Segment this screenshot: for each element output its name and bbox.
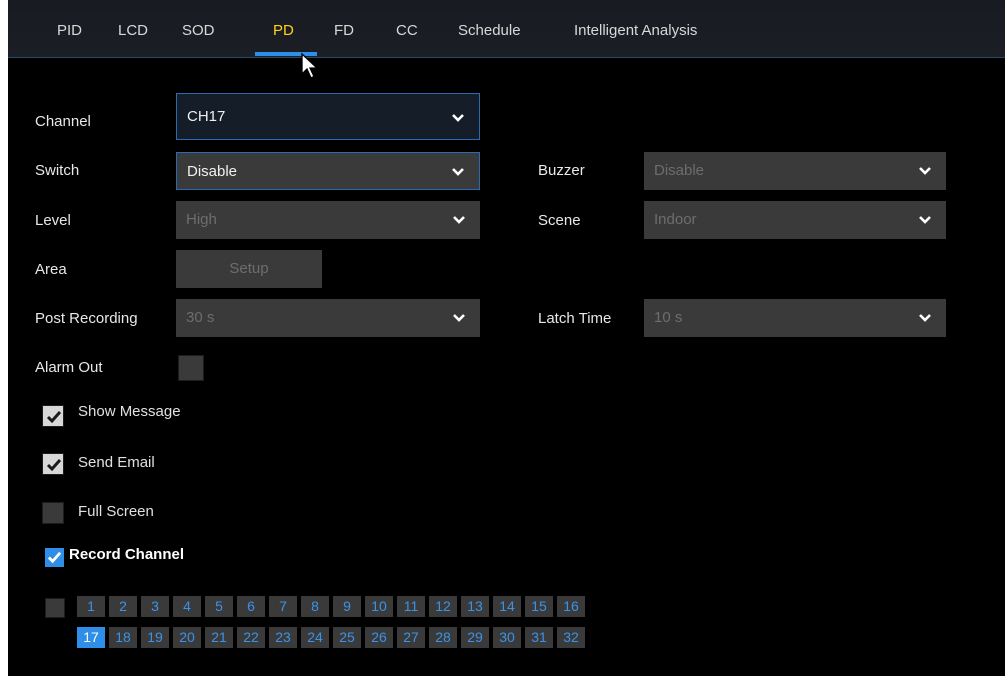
- scene-value: Indoor: [654, 211, 697, 228]
- area-label: Area: [35, 261, 67, 278]
- channel-11-button[interactable]: 11: [397, 596, 425, 617]
- latch-time-value: 10 s: [654, 309, 683, 326]
- channel-value: CH17: [187, 108, 226, 125]
- channel-18-button[interactable]: 18: [109, 627, 137, 648]
- channel-14-button[interactable]: 14: [493, 596, 521, 617]
- buzzer-value: Disable: [654, 162, 705, 179]
- scene-label: Scene: [538, 212, 581, 229]
- channel-22-button[interactable]: 22: [237, 627, 265, 648]
- full-screen-label: Full Screen: [78, 503, 154, 520]
- level-label: Level: [35, 212, 71, 229]
- area-setup-label: Setup: [229, 260, 269, 277]
- checkmark-icon: [46, 411, 62, 424]
- alarm-out-label: Alarm Out: [35, 359, 103, 376]
- record-channel-checkbox[interactable]: [45, 548, 64, 567]
- latch-time-select[interactable]: 10 s: [644, 299, 946, 337]
- scene-select[interactable]: Indoor: [644, 201, 946, 239]
- channel-10-button[interactable]: 10: [365, 596, 393, 617]
- tab-intelligent-analysis[interactable]: Intelligent Analysis: [574, 22, 697, 39]
- channel-3-button[interactable]: 3: [141, 596, 169, 617]
- send-email-label: Send Email: [78, 454, 155, 471]
- send-email-checkbox[interactable]: [42, 453, 64, 475]
- buzzer-label: Buzzer: [538, 162, 585, 179]
- chevron-down-icon: [453, 216, 465, 224]
- pd-settings-panel: PID LCD SOD PD FD CC Schedule Intelligen…: [8, 0, 1005, 676]
- channel-5-button[interactable]: 5: [205, 596, 233, 617]
- channel-15-button[interactable]: 15: [525, 596, 553, 617]
- channel-7-button[interactable]: 7: [269, 596, 297, 617]
- tab-bar: PID LCD SOD PD FD CC Schedule Intelligen…: [8, 0, 1005, 58]
- tab-fd[interactable]: FD: [334, 22, 354, 39]
- channel-26-button[interactable]: 26: [365, 627, 393, 648]
- channel-6-button[interactable]: 6: [237, 596, 265, 617]
- channel-24-button[interactable]: 24: [301, 627, 329, 648]
- tab-lcd[interactable]: LCD: [118, 22, 148, 39]
- tab-cc[interactable]: CC: [396, 22, 418, 39]
- channel-31-button[interactable]: 31: [525, 627, 553, 648]
- channel-25-button[interactable]: 25: [333, 627, 361, 648]
- tab-sod[interactable]: SOD: [182, 22, 215, 39]
- chevron-down-icon: [452, 168, 464, 176]
- full-screen-checkbox[interactable]: [42, 502, 64, 524]
- checkmark-icon: [46, 459, 62, 472]
- area-setup-button[interactable]: Setup: [176, 250, 322, 288]
- channel-2-button[interactable]: 2: [109, 596, 137, 617]
- chevron-down-icon: [919, 216, 931, 224]
- record-channel-label: Record Channel: [69, 546, 185, 563]
- post-recording-select[interactable]: 30 s: [176, 299, 480, 337]
- switch-select[interactable]: Disable: [176, 152, 480, 190]
- tab-pid[interactable]: PID: [57, 22, 82, 39]
- channel-17-button[interactable]: 17: [77, 627, 105, 648]
- channel-label: Channel: [35, 113, 91, 130]
- channel-9-button[interactable]: 9: [333, 596, 361, 617]
- tab-schedule[interactable]: Schedule: [458, 22, 521, 39]
- post-recording-label: Post Recording: [35, 310, 138, 327]
- channel-16-button[interactable]: 16: [557, 596, 585, 617]
- channel-32-button[interactable]: 32: [557, 627, 585, 648]
- alarm-out-checkbox[interactable]: [178, 355, 204, 381]
- channel-27-button[interactable]: 27: [397, 627, 425, 648]
- channel-12-button[interactable]: 12: [429, 596, 457, 617]
- checkmark-icon: [47, 551, 62, 564]
- select-all-channels-checkbox[interactable]: [45, 598, 65, 618]
- show-message-checkbox[interactable]: [42, 405, 64, 427]
- buzzer-select[interactable]: Disable: [644, 152, 946, 190]
- channel-1-button[interactable]: 1: [77, 596, 105, 617]
- channel-19-button[interactable]: 19: [141, 627, 169, 648]
- switch-value: Disable: [187, 163, 238, 180]
- chevron-down-icon: [919, 167, 931, 175]
- channel-29-button[interactable]: 29: [461, 627, 489, 648]
- mouse-cursor-icon: [301, 52, 319, 79]
- level-value: High: [186, 211, 217, 228]
- channel-4-button[interactable]: 4: [173, 596, 201, 617]
- channel-23-button[interactable]: 23: [269, 627, 297, 648]
- tab-pd[interactable]: PD: [273, 22, 294, 39]
- channel-8-button[interactable]: 8: [301, 596, 329, 617]
- latch-time-label: Latch Time: [538, 310, 612, 327]
- switch-label: Switch: [35, 162, 80, 179]
- chevron-down-icon: [453, 314, 465, 322]
- channel-21-button[interactable]: 21: [205, 627, 233, 648]
- channel-select[interactable]: CH17: [176, 93, 480, 140]
- channel-30-button[interactable]: 30: [493, 627, 521, 648]
- post-recording-value: 30 s: [186, 309, 215, 326]
- show-message-label: Show Message: [78, 403, 181, 420]
- chevron-down-icon: [452, 114, 464, 122]
- level-select[interactable]: High: [176, 201, 480, 239]
- channel-28-button[interactable]: 28: [429, 627, 457, 648]
- channel-20-button[interactable]: 20: [173, 627, 201, 648]
- channel-13-button[interactable]: 13: [461, 596, 489, 617]
- chevron-down-icon: [919, 314, 931, 322]
